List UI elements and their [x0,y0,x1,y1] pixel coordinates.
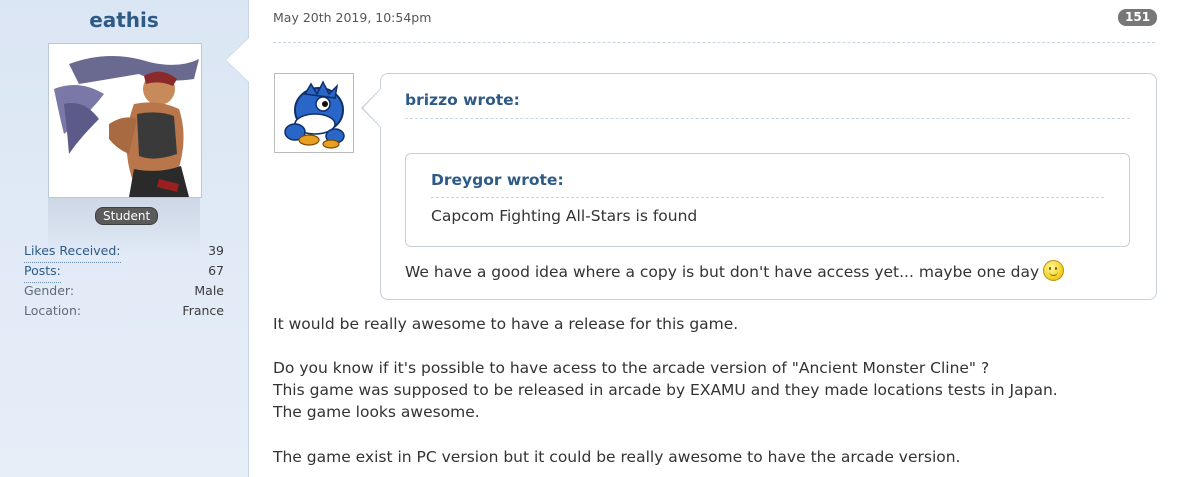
quote-reply-text: We have a good idea where a copy is but … [405,260,1065,281]
stat-posts-label[interactable]: Posts: [24,263,61,283]
user-role-badge: Student [95,207,159,225]
nested-quote-divider [431,197,1104,198]
stat-gender-value: Male [194,283,224,298]
post-paragraph: This game was supposed to be released in… [273,381,1058,399]
post-date[interactable]: May 20th 2019, 10:54pm [273,10,431,25]
post-paragraph: Do you know if it's possible to have ace… [273,359,990,377]
user-stats: Likes Received: 39 Posts: 67 Gender: Mal… [24,243,224,323]
quote-divider [405,118,1130,119]
post-paragraph: The game looks awesome. [273,403,480,421]
stat-likes-label[interactable]: Likes Received: [24,243,121,263]
user-avatar[interactable] [48,43,202,198]
stat-location-value: France [182,303,224,318]
stat-location-label: Location: [24,303,82,318]
header-divider [273,42,1155,43]
smile-icon [1043,260,1065,281]
quote-author-link[interactable]: brizzo wrote: [405,91,520,109]
nested-quote-author-link[interactable]: Dreygor wrote: [431,171,564,189]
stat-likes-value: 39 [208,243,224,258]
quoted-user-avatar[interactable] [274,73,354,153]
stat-posts-value: 67 [208,263,224,278]
username-link[interactable]: eathis [0,8,248,32]
quote-arrow [363,89,381,127]
nested-quote-text: Capcom Fighting All-Stars is found [431,207,698,225]
panel-arrow [226,38,249,82]
stat-location: Location: France [24,303,224,323]
stat-likes: Likes Received: 39 [24,243,224,263]
stat-posts: Posts: 67 [24,263,224,283]
nested-quote-block [405,153,1130,247]
stat-gender-label: Gender: [24,283,75,298]
stat-gender: Gender: Male [24,283,224,303]
post-number-badge[interactable]: 151 [1118,9,1158,26]
post-paragraph: The game exist in PC version but it coul… [273,448,961,466]
quote-reply-content: We have a good idea where a copy is but … [405,263,1040,281]
post-paragraph: It would be really awesome to have a rel… [273,315,739,333]
